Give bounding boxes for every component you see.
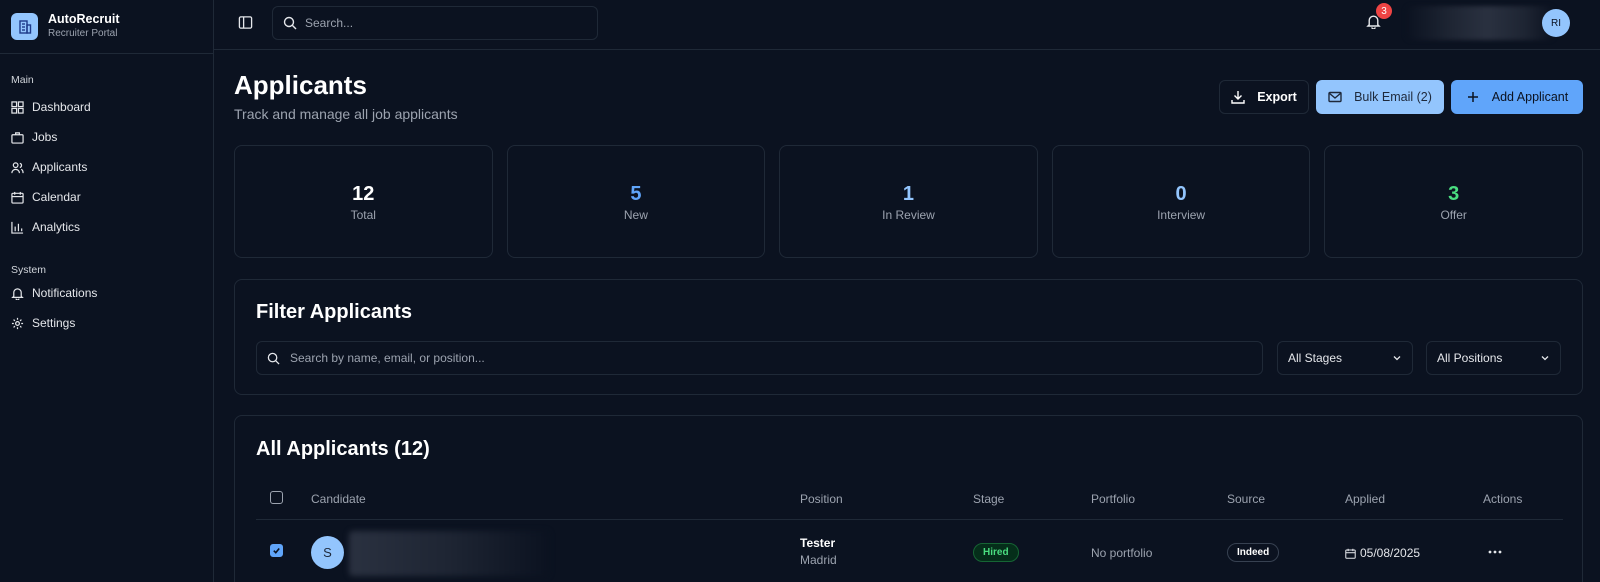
- sidebar-item-label: Dashboard: [32, 100, 91, 114]
- calendar-icon: [1345, 548, 1356, 559]
- users-icon: [11, 161, 24, 173]
- position-title: Tester: [800, 536, 836, 550]
- sidebar-item-label: Calendar: [32, 190, 81, 204]
- sidebar-item-label: Analytics: [32, 220, 81, 234]
- stat-value: 1: [902, 182, 915, 205]
- nav-section-system: System: [11, 264, 47, 276]
- sidebar-item-label: Settings: [32, 316, 76, 330]
- stat-label: Interview: [1157, 207, 1206, 222]
- position-location: Madrid: [800, 553, 837, 567]
- add-applicant-label: Add Applicant: [1491, 90, 1569, 104]
- brand[interactable]: AutoRecruit Recruiter Portal: [0, 0, 213, 54]
- export-label: Export: [1257, 90, 1297, 104]
- filter-title: Filter Applicants: [256, 301, 412, 323]
- sidebar-item-notifications[interactable]: Notifications: [0, 278, 213, 308]
- applicant-search[interactable]: [256, 341, 1263, 375]
- global-search[interactable]: [272, 6, 598, 40]
- stat-card-interview: 0 Interview: [1051, 145, 1311, 258]
- check-icon: [273, 548, 280, 554]
- sidebar-item-label: Notifications: [32, 286, 98, 300]
- plus-icon: [1467, 92, 1478, 102]
- top-header: 3 RI: [214, 0, 1600, 50]
- candidate-name-redacted: [349, 531, 549, 576]
- add-applicant-button[interactable]: Add Applicant: [1451, 80, 1583, 114]
- stat-label: Total: [350, 207, 376, 222]
- column-header-actions: Actions: [1483, 492, 1523, 506]
- stat-card-total: 12 Total: [234, 145, 493, 258]
- column-header-source[interactable]: Source: [1227, 492, 1265, 506]
- sidebar: AutoRecruit Recruiter Portal Main Dashbo…: [0, 0, 214, 582]
- sidebar-item-jobs[interactable]: Jobs: [0, 122, 213, 152]
- calendar-icon: [11, 191, 24, 204]
- stat-label: New: [623, 207, 648, 222]
- notification-count-badge: 3: [1376, 3, 1392, 19]
- chevron-down-icon: [1541, 356, 1549, 361]
- user-name-redacted: [1406, 6, 1554, 40]
- chevron-down-icon: [1393, 356, 1401, 361]
- sidebar-toggle-icon[interactable]: [238, 15, 254, 31]
- stat-value: 12: [352, 182, 375, 205]
- sidebar-item-settings[interactable]: Settings: [0, 308, 213, 338]
- dashboard-icon: [11, 100, 24, 114]
- stat-value: 0: [1175, 182, 1187, 205]
- stat-card-new: 5 New: [506, 145, 766, 258]
- sidebar-item-label: Jobs: [32, 130, 58, 144]
- page-title: Applicants: [234, 70, 367, 100]
- position-select-value: All Positions: [1437, 351, 1503, 365]
- stat-value: 5: [630, 182, 642, 205]
- bulk-email-button[interactable]: Bulk Email (2): [1316, 80, 1444, 114]
- stat-card-in-review: 1 In Review: [779, 145, 1038, 258]
- more-actions-icon[interactable]: [1485, 544, 1505, 560]
- stats-row: 12 Total 5 New 1 In Review 0 Interview 3…: [234, 145, 1583, 258]
- stat-card-offer: 3 Offer: [1324, 145, 1583, 258]
- avatar: S: [311, 536, 344, 569]
- sidebar-item-calendar[interactable]: Calendar: [0, 182, 213, 212]
- sidebar-item-dashboard[interactable]: Dashboard: [0, 92, 213, 122]
- column-header-applied[interactable]: Applied: [1345, 492, 1385, 506]
- filter-card: Filter Applicants All Stages All Positio…: [234, 279, 1583, 395]
- user-avatar[interactable]: RI: [1542, 9, 1570, 37]
- briefcase-icon: [11, 131, 24, 144]
- stat-value: 3: [1448, 182, 1460, 205]
- table-title: All Applicants (12): [256, 438, 430, 460]
- mail-icon: [1328, 91, 1342, 103]
- gear-icon: [11, 317, 24, 329]
- stage-badge: Hired: [973, 543, 1019, 562]
- building-icon: [11, 13, 38, 40]
- select-all-checkbox[interactable]: [270, 491, 283, 504]
- source-badge: Indeed: [1227, 543, 1280, 562]
- applied-date: 05/08/2025: [1345, 546, 1420, 560]
- page-subtitle: Track and manage all job applicants: [234, 106, 458, 122]
- column-header-portfolio[interactable]: Portfolio: [1091, 492, 1135, 506]
- stat-label: In Review: [882, 207, 935, 222]
- search-icon: [283, 16, 297, 30]
- row-checkbox[interactable]: [270, 544, 283, 557]
- bulk-email-label: Bulk Email (2): [1354, 90, 1432, 104]
- search-icon: [267, 352, 280, 365]
- bell-icon: [11, 287, 24, 300]
- column-header-stage[interactable]: Stage: [973, 492, 1004, 506]
- sidebar-item-analytics[interactable]: Analytics: [0, 212, 213, 242]
- sidebar-item-applicants[interactable]: Applicants: [0, 152, 213, 182]
- column-header-candidate[interactable]: Candidate: [311, 492, 366, 506]
- sidebar-item-label: Applicants: [32, 160, 88, 174]
- download-icon: [1231, 91, 1245, 104]
- brand-subtitle: Recruiter Portal: [48, 28, 118, 39]
- stage-select-value: All Stages: [1288, 351, 1343, 365]
- stat-label: Offer: [1440, 207, 1467, 222]
- stage-select[interactable]: All Stages: [1277, 341, 1413, 375]
- position-select[interactable]: All Positions: [1426, 341, 1561, 375]
- bar-chart-icon: [11, 221, 24, 234]
- applied-date-value: 05/08/2025: [1360, 546, 1421, 560]
- brand-name: AutoRecruit: [48, 12, 120, 26]
- column-header-position[interactable]: Position: [800, 492, 843, 506]
- nav-section-main: Main: [11, 74, 34, 86]
- export-button[interactable]: Export: [1219, 80, 1309, 114]
- portfolio-value: No portfolio: [1091, 546, 1153, 560]
- search-input[interactable]: [305, 16, 585, 30]
- applicants-table-card: All Applicants (12) Candidate Position S…: [234, 415, 1583, 582]
- table-header-divider: [256, 519, 1563, 520]
- applicant-search-input[interactable]: [290, 351, 1190, 365]
